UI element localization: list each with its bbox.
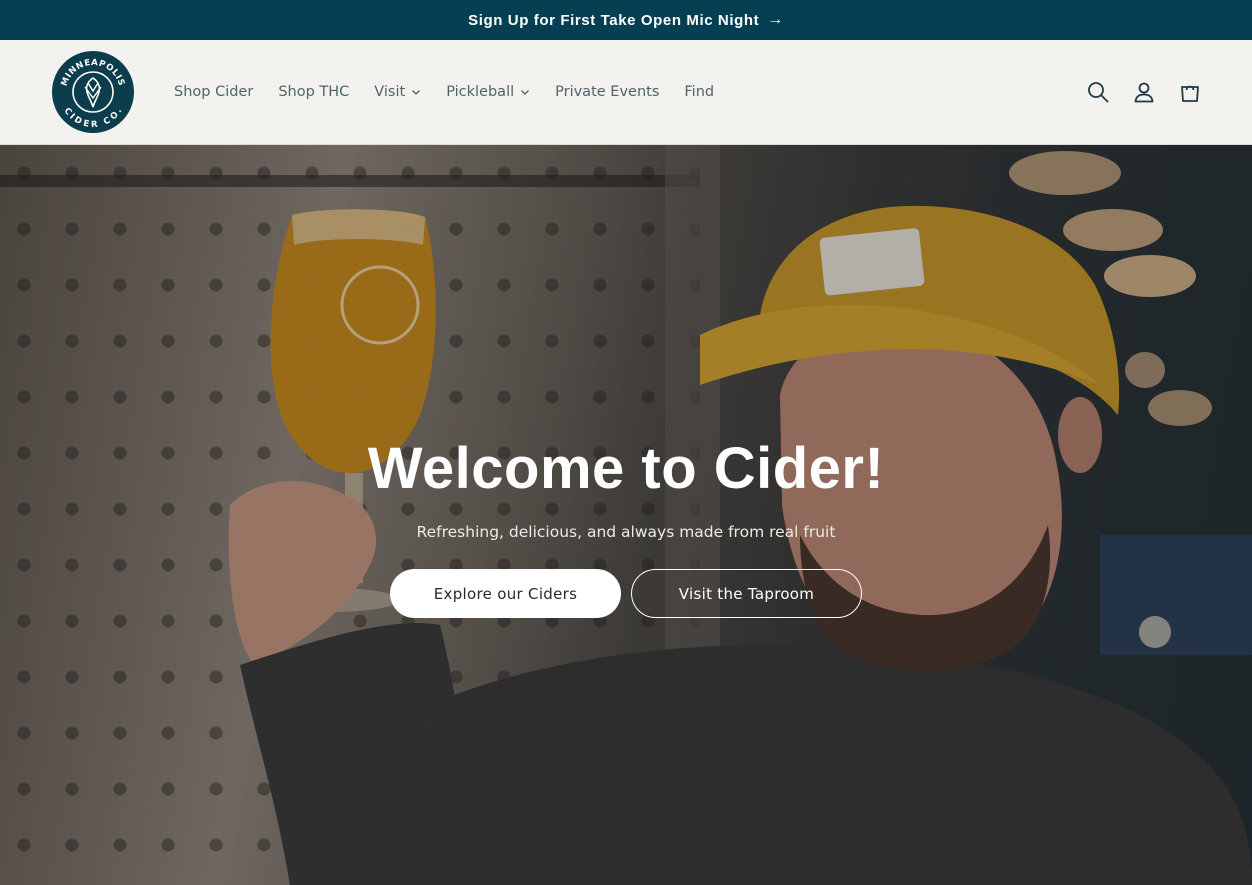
logo-mark: MINNEAPOLIS CIDER CO. xyxy=(54,53,132,131)
nav-item-find[interactable]: Find xyxy=(684,84,714,100)
nav-item-label: Private Events xyxy=(555,84,660,100)
hero-subtitle: Refreshing, delicious, and always made f… xyxy=(416,523,836,541)
hero-buttons: Explore our Ciders Visit the Taproom xyxy=(390,569,862,618)
account-button[interactable] xyxy=(1132,80,1156,104)
cart-icon xyxy=(1181,85,1199,102)
chevron-down-icon xyxy=(412,90,421,95)
hero-title: Welcome to Cider! xyxy=(367,436,885,501)
header-icons xyxy=(1086,40,1202,144)
brand-logo[interactable]: MINNEAPOLIS CIDER CO. xyxy=(52,51,134,133)
nav-item-shop-cider[interactable]: Shop Cider xyxy=(174,84,253,100)
nav-item-label: Visit xyxy=(374,84,406,100)
visit-taproom-button[interactable]: Visit the Taproom xyxy=(631,569,862,618)
explore-ciders-button[interactable]: Explore our Ciders xyxy=(390,569,621,618)
account-icon xyxy=(1134,82,1154,103)
search-icon xyxy=(1088,82,1109,103)
hero-banner: Welcome to Cider! Refreshing, delicious,… xyxy=(0,145,1252,885)
cart-button[interactable] xyxy=(1178,80,1202,104)
announcement-bar[interactable]: Sign Up for First Take Open Mic Night → xyxy=(0,0,1252,40)
nav-item-label: Find xyxy=(684,84,715,100)
nav-item-visit[interactable]: Visit xyxy=(374,84,421,100)
nav-item-private-events[interactable]: Private Events xyxy=(555,84,659,100)
nav-item-label: Pickleball xyxy=(446,84,515,100)
search-button[interactable] xyxy=(1086,80,1110,104)
nav-item-shop-thc[interactable]: Shop THC xyxy=(278,84,349,100)
site-header: MINNEAPOLIS CIDER CO. Shop Cider Shop TH… xyxy=(0,40,1252,145)
arrow-right-icon: → xyxy=(767,11,784,28)
hero-content: Welcome to Cider! Refreshing, delicious,… xyxy=(0,435,1252,618)
nav-item-pickleball[interactable]: Pickleball xyxy=(446,84,530,100)
announcement-text: Sign Up for First Take Open Mic Night xyxy=(468,11,760,29)
nav-item-label: Shop Cider xyxy=(174,84,254,100)
main-nav: Shop Cider Shop THC Visit Pickleball Pri… xyxy=(174,40,739,144)
nav-item-label: Shop THC xyxy=(278,84,350,100)
chevron-down-icon xyxy=(521,90,530,95)
